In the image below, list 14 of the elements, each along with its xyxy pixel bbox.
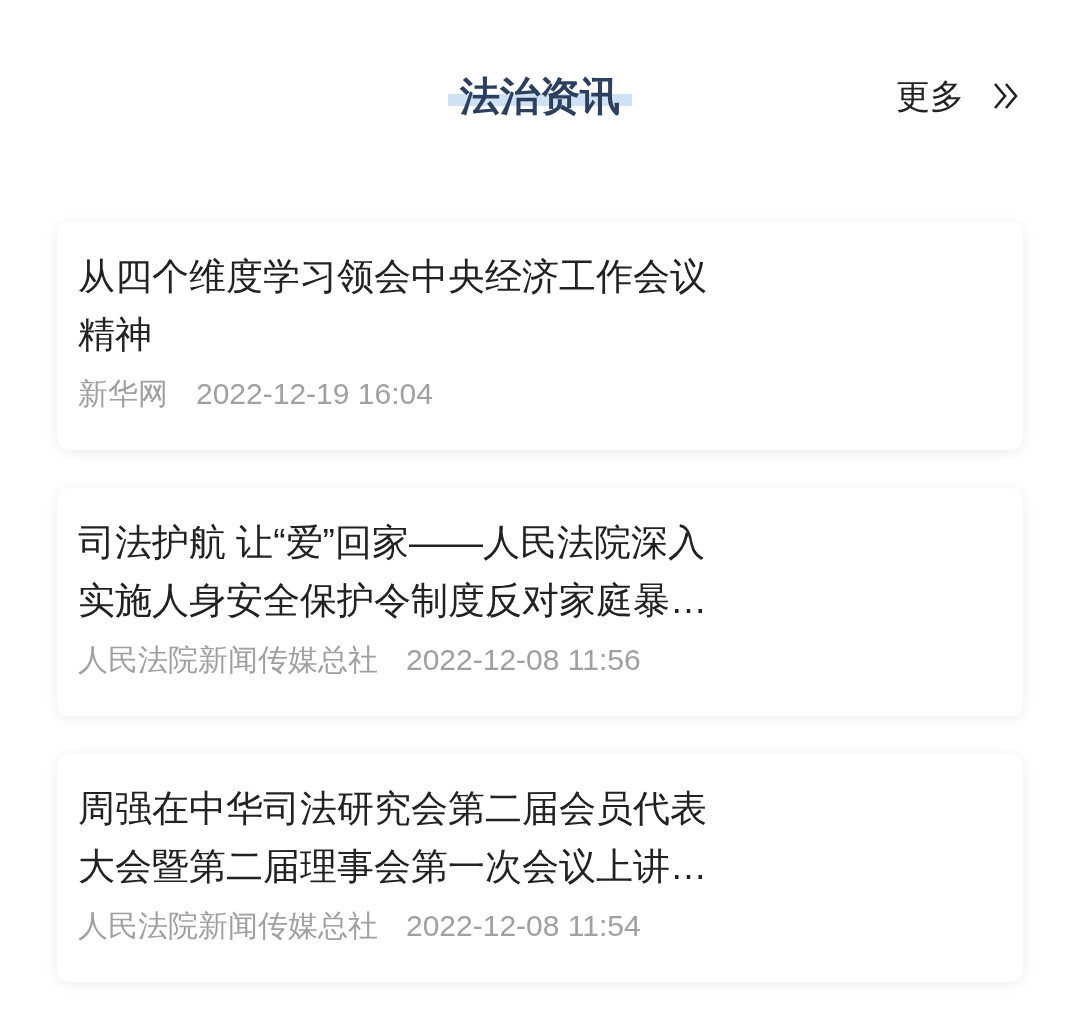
news-source: 人民法院新闻传媒总社	[78, 642, 378, 678]
more-link[interactable]: 更多	[896, 72, 964, 120]
news-title: 周强在中华司法研究会第二届会员代表大会暨第二届理事会第一次会议上讲…	[78, 787, 708, 889]
news-source: 新华网	[78, 376, 168, 412]
news-card[interactable]: 从四个维度学习领会中央经济工作会议精神 新华网 2022-12-19 16:04	[57, 222, 1023, 450]
news-title: 司法护航 让“爱”回家——人民法院深入实施人身安全保护令制度反对家庭暴…	[78, 521, 708, 623]
news-title: 从四个维度学习领会中央经济工作会议精神	[78, 255, 708, 357]
news-card[interactable]: 司法护航 让“爱”回家——人民法院深入实施人身安全保护令制度反对家庭暴… 人民法院新闻传媒总社 2022-12-08 11:56	[57, 488, 1023, 716]
news-time: 2022-12-08 11:54	[406, 908, 641, 944]
news-card[interactable]: 周强在中华司法研究会第二届会员代表大会暨第二届理事会第一次会议上讲… 人民法院新闻传媒总社 2022-12-08 11:54	[57, 754, 1023, 982]
double-chevron-icon[interactable]	[992, 81, 1020, 111]
news-time: 2022-12-19 16:04	[196, 376, 433, 412]
news-source: 人民法院新闻传媒总社	[78, 908, 378, 944]
news-time: 2022-12-08 11:56	[406, 642, 641, 678]
